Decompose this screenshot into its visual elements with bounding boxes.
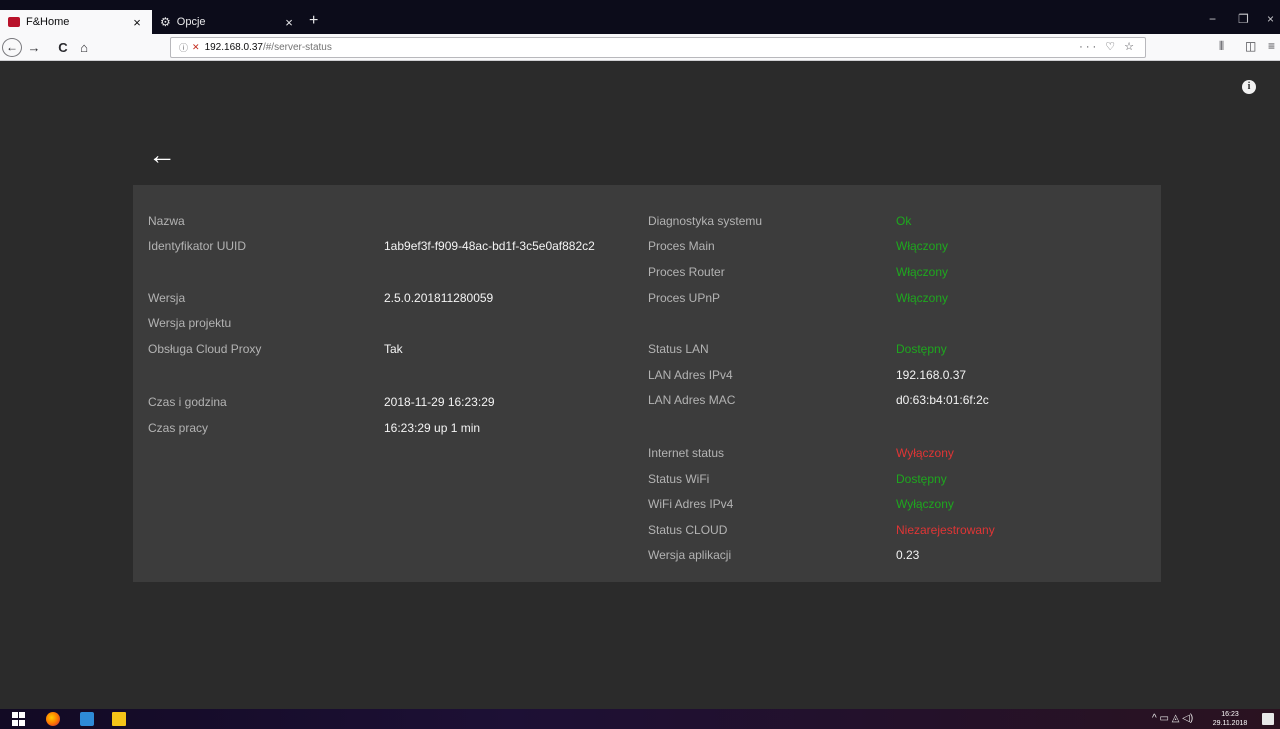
cloud-status-value: Niezarejestrowany: [896, 523, 995, 537]
fhome-favicon-icon: [8, 17, 20, 27]
reload-button[interactable]: C: [55, 38, 71, 57]
process-main-status: Włączony: [896, 239, 949, 253]
app-icon[interactable]: [80, 712, 94, 726]
close-window-button[interactable]: ×: [1267, 12, 1274, 26]
uuid-value: 1ab9ef3f-f909-48ac-bd1f-3c5e0af882c2: [384, 239, 595, 253]
windows-start-icon[interactable]: [12, 712, 26, 726]
sidebar-icon[interactable]: ◫: [1245, 39, 1256, 53]
wifi-status-label: Status WiFi: [648, 472, 710, 486]
process-upnp-status: Włączony: [896, 291, 949, 305]
lan-status-label: Status LAN: [648, 342, 709, 356]
clock-time: 16:23: [1221, 711, 1239, 718]
tab-close-icon[interactable]: ×: [282, 15, 296, 30]
library-icon[interactable]: ⫴: [1219, 39, 1224, 54]
process-router-status: Włączony: [896, 265, 949, 279]
lan-ipv4-value: 192.168.0.37: [896, 368, 967, 382]
name-label: Nazwa: [148, 214, 185, 228]
browser-nav-bar: ← → C ⌂ ⓘ ✕ 192.168.0.37 /#/server-statu…: [0, 34, 1280, 61]
cloud-proxy-value: Tak: [384, 342, 403, 356]
process-main-label: Proces Main: [648, 239, 715, 253]
tab-fhome[interactable]: F&Home ×: [0, 10, 152, 34]
internet-status-label: Internet status: [648, 446, 725, 460]
browser-tab-bar: F&Home × ⚙ Opcje × + − ❐ ×: [0, 0, 1280, 34]
version-value: 2.5.0.201811280059: [384, 291, 494, 305]
forward-button[interactable]: →: [26, 38, 42, 57]
lan-mac-label: LAN Adres MAC: [648, 393, 736, 407]
restore-button[interactable]: ❐: [1238, 12, 1249, 26]
insecure-lock-icon[interactable]: ✕: [192, 42, 200, 53]
diagnostics-status: Ok: [896, 214, 912, 228]
system-tray-icons[interactable]: ^ ▭ ◬ ◁): [1152, 713, 1193, 724]
url-bar[interactable]: ⓘ ✕ 192.168.0.37 /#/server-status ··· ♡ …: [170, 37, 1146, 58]
internet-status-value: Wyłączony: [896, 446, 954, 460]
site-info-icon[interactable]: ⓘ: [179, 41, 188, 54]
clock-date: 29.11.2018: [1212, 720, 1248, 727]
wifi-ipv4-label: WiFi Adres IPv4: [648, 497, 734, 511]
info-icon[interactable]: i: [1242, 80, 1256, 94]
page-actions-icon[interactable]: ··· ♡ ☆: [1079, 40, 1137, 53]
url-host: 192.168.0.37: [204, 42, 263, 53]
lan-status-value: Dostępny: [896, 342, 947, 356]
project-version-label: Wersja projektu: [148, 316, 232, 330]
lan-mac-value: d0:63:b4:01:6f:2c: [896, 393, 989, 407]
menu-icon[interactable]: ≡: [1268, 39, 1275, 53]
back-arrow-icon[interactable]: ←: [148, 140, 176, 170]
lan-ipv4-label: LAN Adres IPv4: [648, 368, 733, 382]
new-tab-button[interactable]: +: [309, 12, 318, 30]
diagnostics-label: Diagnostyka systemu: [648, 214, 763, 228]
uptime-value: 16:23:29 up 1 min: [384, 421, 481, 435]
server-status-panel: Nazwa Identyfikator UUID 1ab9ef3f-f909-4…: [133, 185, 1161, 582]
tab-close-icon[interactable]: ×: [130, 15, 144, 30]
wifi-ipv4-value: Wyłączony: [896, 497, 954, 511]
app-version-value: 0.23: [896, 548, 920, 562]
process-upnp-label: Proces UPnP: [648, 291, 721, 305]
taskbar-clock[interactable]: 16:23 29.11.2018: [1212, 710, 1248, 728]
minimize-button[interactable]: −: [1209, 12, 1216, 26]
datetime-label: Czas i godzina: [148, 395, 227, 409]
firefox-icon[interactable]: [46, 712, 60, 726]
windows-taskbar: ^ ▭ ◬ ◁) 16:23 29.11.2018: [0, 709, 1280, 729]
cloud-proxy-label: Obsługa Cloud Proxy: [148, 342, 262, 356]
file-explorer-icon[interactable]: [112, 712, 126, 726]
uuid-label: Identyfikator UUID: [148, 239, 247, 253]
back-button[interactable]: ←: [2, 38, 22, 57]
cloud-status-label: Status CLOUD: [648, 523, 728, 537]
tab-opcje[interactable]: ⚙ Opcje ×: [152, 10, 304, 34]
gear-icon: ⚙: [160, 15, 171, 29]
url-path: /#/server-status: [262, 42, 332, 53]
notification-center-icon[interactable]: [1262, 713, 1274, 725]
uptime-label: Czas pracy: [148, 421, 209, 435]
app-version-label: Wersja aplikacji: [648, 548, 732, 562]
server-status-page: i ← Nazwa Identyfikator UUID 1ab9ef3f-f9…: [0, 62, 1280, 709]
datetime-value: 2018-11-29 16:23:29: [384, 395, 495, 409]
home-button[interactable]: ⌂: [76, 38, 92, 57]
process-router-label: Proces Router: [648, 265, 725, 279]
version-label: Wersja: [148, 291, 186, 305]
tab-label: F&Home: [26, 16, 70, 28]
wifi-status-value: Dostępny: [896, 472, 947, 486]
tab-label: Opcje: [176, 16, 206, 28]
